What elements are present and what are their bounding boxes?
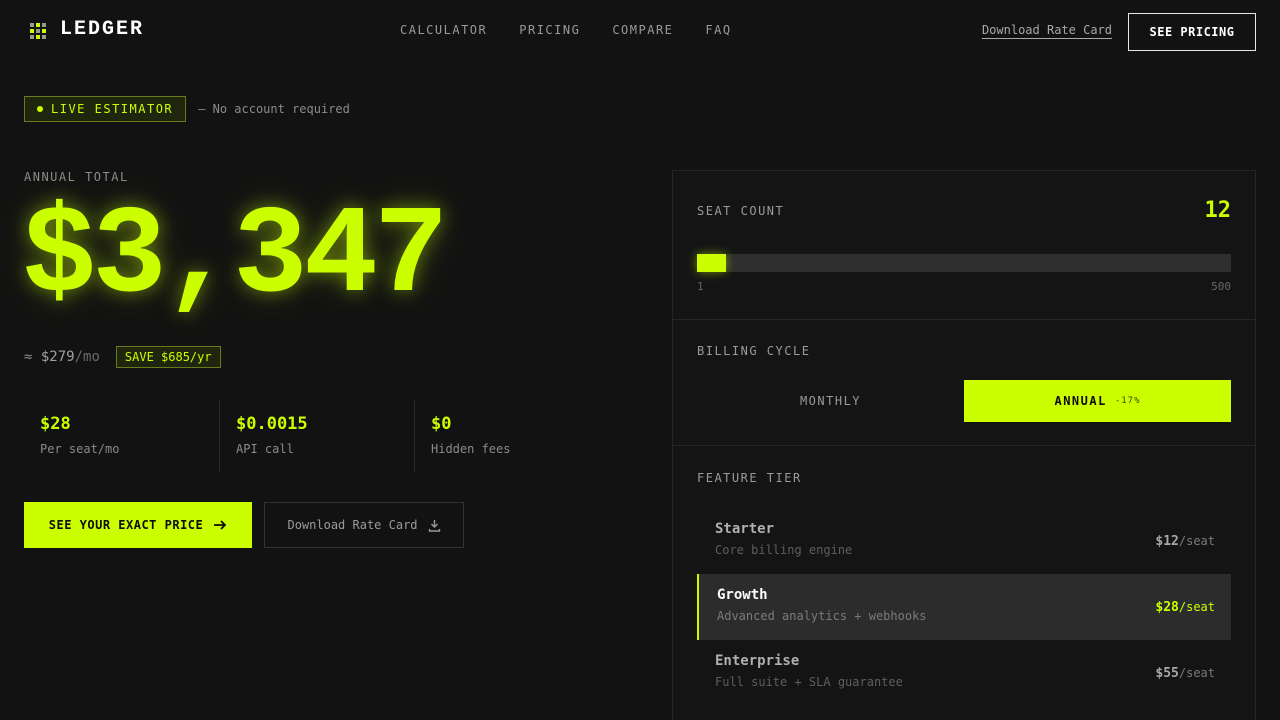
tier-option-enterprise[interactable]: Enterprise Full suite + SLA guarantee $5… bbox=[697, 640, 1231, 706]
tier-name: Enterprise bbox=[715, 653, 800, 669]
stat-api-call: $0.0015 API call bbox=[219, 400, 414, 472]
tier-list: Starter Core billing engine $12/seat Gro… bbox=[697, 508, 1231, 706]
stat-label: API call bbox=[236, 442, 294, 456]
slider-min-label: 1 bbox=[697, 280, 704, 293]
seat-count-title: SEAT COUNT bbox=[697, 204, 785, 218]
approx-symbol: ≈ bbox=[24, 349, 33, 365]
stat-per-seat: $28 Per seat/mo bbox=[24, 400, 219, 472]
top-navigation-bar: LEDGER CALCULATOR PRICING COMPARE FAQ Do… bbox=[0, 0, 1280, 62]
billing-cycle-title: BILLING CYCLE bbox=[697, 344, 811, 358]
stat-label: Per seat/mo bbox=[40, 442, 120, 456]
monthly-row: ≈ $279/mo SAVE $685/yr bbox=[24, 346, 221, 368]
billing-option-label: MONTHLY bbox=[799, 394, 862, 408]
tier-price-value: $28 bbox=[1155, 600, 1179, 615]
feature-tier-title: FEATURE TIER bbox=[697, 471, 802, 485]
tier-price: $55/seat bbox=[1155, 666, 1215, 681]
billing-cycle-section: BILLING CYCLE MONTHLY ANNUAL -17% bbox=[673, 320, 1255, 446]
billing-option-monthly[interactable]: MONTHLY bbox=[697, 380, 964, 422]
tier-price: $12/seat bbox=[1155, 534, 1215, 549]
tier-price-value: $12 bbox=[1155, 534, 1179, 549]
download-icon bbox=[428, 519, 440, 532]
nav-link-pricing[interactable]: PRICING bbox=[519, 23, 580, 37]
tier-price-unit: /seat bbox=[1178, 666, 1215, 680]
tier-description: Advanced analytics + webhooks bbox=[717, 609, 927, 623]
tier-option-growth[interactable]: Growth Advanced analytics + webhooks $28… bbox=[697, 574, 1231, 640]
monthly-value: $279 bbox=[40, 349, 75, 365]
billing-cycle-toggle: MONTHLY ANNUAL -17% bbox=[697, 380, 1231, 422]
no-account-note: — No account required bbox=[198, 102, 350, 116]
monthly-estimate: ≈ $279/mo bbox=[24, 349, 100, 365]
tier-price-unit: /seat bbox=[1178, 600, 1215, 614]
brand[interactable]: LEDGER bbox=[28, 18, 144, 41]
price-stats: $28 Per seat/mo $0.0015 API call $0 Hidd… bbox=[24, 400, 609, 472]
tier-name: Starter bbox=[715, 521, 775, 537]
live-estimator-row: LIVE ESTIMATOR — No account required bbox=[24, 96, 350, 122]
nav-link-compare[interactable]: COMPARE bbox=[612, 23, 673, 37]
see-exact-price-button[interactable]: SEE YOUR EXACT PRICE bbox=[24, 502, 252, 548]
tier-price-unit: /seat bbox=[1178, 534, 1215, 548]
savings-badge: SAVE $685/yr bbox=[115, 346, 221, 368]
nav-link-faq[interactable]: FAQ bbox=[705, 23, 731, 37]
estimator-panel: SEAT COUNT 12 1 500 BILLING CYCLE MONTHL… bbox=[672, 170, 1256, 720]
annual-discount-badge: -17% bbox=[1114, 396, 1141, 406]
grid-logo-icon bbox=[28, 21, 46, 39]
stat-value: $0 bbox=[431, 414, 452, 434]
tier-price: $28/seat bbox=[1155, 600, 1215, 615]
tier-description: Core billing engine bbox=[715, 543, 853, 557]
nav-link-calculator[interactable]: CALCULATOR bbox=[400, 23, 487, 37]
stat-value: $0.0015 bbox=[236, 414, 308, 434]
brand-name: LEDGER bbox=[60, 18, 145, 41]
stat-value: $28 bbox=[40, 414, 71, 434]
seat-slider-fill[interactable] bbox=[697, 254, 727, 272]
slider-max-label: 500 bbox=[1211, 280, 1231, 293]
download-rate-card-button[interactable]: Download Rate Card bbox=[264, 502, 464, 548]
tier-option-starter[interactable]: Starter Core billing engine $12/seat bbox=[697, 508, 1231, 574]
download-rate-card-label: Download Rate Card bbox=[287, 518, 418, 532]
arrow-right-icon bbox=[214, 520, 227, 530]
feature-tier-section: FEATURE TIER Starter Core billing engine… bbox=[673, 446, 1255, 720]
annual-total-label: ANNUAL TOTAL bbox=[24, 170, 129, 184]
see-exact-price-label: SEE YOUR EXACT PRICE bbox=[48, 518, 204, 532]
seat-count-value: 12 bbox=[1204, 198, 1232, 223]
tier-name: Growth bbox=[717, 587, 768, 603]
live-dot-icon bbox=[37, 106, 43, 112]
download-rate-card-link[interactable]: Download Rate Card bbox=[982, 23, 1112, 37]
stat-label: Hidden fees bbox=[431, 442, 511, 456]
see-pricing-button[interactable]: SEE PRICING bbox=[1128, 13, 1256, 51]
main-nav: CALCULATOR PRICING COMPARE FAQ bbox=[400, 23, 732, 37]
live-estimator-badge: LIVE ESTIMATOR bbox=[24, 96, 187, 122]
seat-count-section: SEAT COUNT 12 1 500 bbox=[673, 171, 1255, 320]
stat-hidden-fees: $0 Hidden fees bbox=[414, 400, 609, 472]
billing-option-label: ANNUAL bbox=[1054, 394, 1107, 408]
annual-total-value: $3,347 bbox=[22, 188, 448, 328]
live-estimator-label: LIVE ESTIMATOR bbox=[51, 102, 174, 116]
seat-count-slider[interactable] bbox=[697, 254, 1231, 272]
tier-price-value: $55 bbox=[1155, 666, 1179, 681]
tier-description: Full suite + SLA guarantee bbox=[715, 675, 903, 689]
monthly-unit: /mo bbox=[74, 349, 100, 365]
billing-option-annual[interactable]: ANNUAL -17% bbox=[964, 380, 1231, 422]
